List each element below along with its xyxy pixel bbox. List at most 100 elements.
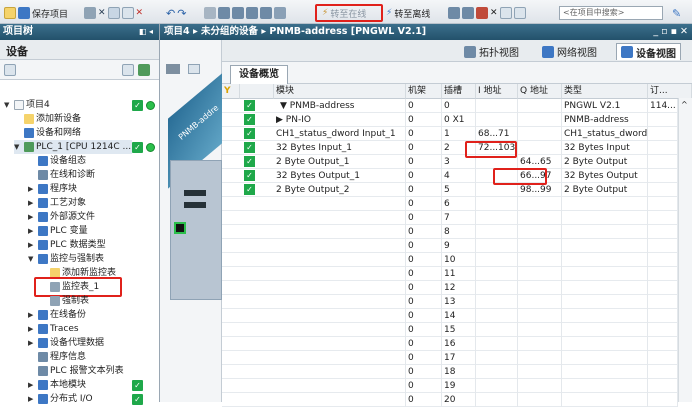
tree-item-program-blocks[interactable]: ▶ 程序块 [28,182,77,196]
tree-item-local-modules[interactable]: ▶ 本地模块 [28,378,86,392]
device-graphic-toggle-icon[interactable] [166,64,180,74]
cell-module[interactable] [274,309,406,323]
simulation-icon[interactable] [260,7,272,19]
tree-item-project[interactable]: ▼ 项目4 [4,98,50,112]
save-project-button[interactable]: 保存项目 [32,7,68,20]
compile-icon[interactable] [218,7,230,19]
cell-module[interactable] [274,225,406,239]
cell-module[interactable] [274,379,406,393]
tree-item-devices-networks[interactable]: 设备和网络 [24,126,81,140]
window-controls-icon[interactable]: _ ▫ ▪ ✕ [653,24,688,40]
table-scrollbar[interactable]: ^ [678,98,692,402]
project-search-input[interactable]: <在项目中搜索> [559,6,663,20]
go-offline-button[interactable]: ⚡ 转至离线 [386,6,430,20]
breadcrumb-group[interactable]: 未分组的设备 [201,26,258,37]
scroll-up-icon[interactable]: ^ [681,100,688,109]
cell-module[interactable] [274,211,406,225]
header-module[interactable]: 模块 [274,84,406,99]
accessible-devices-icon[interactable] [448,7,460,19]
stop-cpu-icon[interactable] [476,7,488,19]
tree-item-add-device[interactable]: 添加新设备 [24,112,81,126]
upload-icon[interactable] [246,7,258,19]
tree-item-tech-objects[interactable]: ▶ 工艺对象 [28,196,86,210]
header-order[interactable]: 订... [648,84,692,99]
cell-module[interactable] [274,267,406,281]
tree-view-icon[interactable] [122,64,134,76]
tree-item-plc-tags[interactable]: ▶ PLC 变量 [28,224,88,238]
save-icon[interactable] [18,7,30,19]
tree-item-distributed-io[interactable]: ▶ 分布式 I/O [28,392,93,406]
tree-item-online-diag[interactable]: 在线和诊断 [38,168,95,182]
breadcrumb-device[interactable]: PNMB-address [PNGWL V2.1] [269,26,426,37]
tree-item-plc-datatypes[interactable]: ▶ PLC 数据类型 [28,238,106,252]
cell-module[interactable] [274,281,406,295]
panel-collapse-icon[interactable]: ◧ ◂ [139,24,153,40]
open-folder-icon[interactable] [4,7,16,19]
tab-device-overview[interactable]: 设备概览 [230,65,288,84]
header-slot[interactable]: 插槽 [442,84,476,99]
cell-module[interactable] [274,253,406,267]
cell-module[interactable] [274,295,406,309]
cell-module[interactable] [274,239,406,253]
stop-simulation-icon[interactable] [274,7,286,19]
redo-icon[interactable]: ↷ [177,7,186,20]
split-vertical-icon[interactable] [513,7,526,19]
tree-item-watch-force-tables[interactable]: ▼ 监控与强制表 [28,252,104,266]
devices-tab[interactable]: 设备 [0,40,159,60]
cross-ref-icon[interactable]: ✕ [490,8,498,18]
header-q-address[interactable]: Q 地址 [518,84,562,99]
delete-icon[interactable]: ✕ [136,8,144,18]
cell-module[interactable] [274,351,406,365]
cell-rack: 0 [406,211,442,225]
tree-home-icon[interactable] [4,64,16,76]
tree-item-program-info[interactable]: 程序信息 [38,350,86,364]
module-ok-check-icon: ✓ [244,100,255,111]
cell-module[interactable] [274,365,406,379]
tree-item-external-sources[interactable]: ▶ 外部源文件 [28,210,95,224]
header-i-address[interactable]: I 地址 [476,84,518,99]
tree-label: PLC 数据类型 [50,240,106,250]
cell-module[interactable]: 32 Bytes Input_1 [274,141,406,155]
cell-module[interactable]: ▼ PNMB-address [274,99,406,113]
device-graphic-view-icon[interactable] [188,64,200,74]
cell-rack: 0 [406,127,442,141]
tree-item-force-table[interactable]: 强制表 [50,294,89,308]
breadcrumb-project[interactable]: 项目4 [164,26,190,37]
download-icon[interactable] [232,7,244,19]
cell-module[interactable]: CH1_status_dword Input_1 [274,127,406,141]
paste-icon[interactable] [121,7,134,19]
tree-item-traces[interactable]: ▶ Traces [28,322,79,336]
print-icon[interactable] [84,7,96,19]
cell-type: PNGWL V2.1 [562,99,648,113]
device-port-icon[interactable] [174,222,186,234]
tree-item-plc[interactable]: ▼ PLC_1 [CPU 1214C ... [14,140,132,154]
copy-icon[interactable] [107,7,120,19]
cell-module[interactable] [274,323,406,337]
cell-module[interactable]: 2 Byte Output_2 [274,183,406,197]
cell-slot: 16 [442,337,476,351]
header-rack[interactable]: 机架 [406,84,442,99]
search-icon[interactable]: ✎ [672,6,681,20]
tree-item-online-backup[interactable]: ▶ 在线备份 [28,308,86,322]
tree-refresh-icon[interactable] [138,64,150,76]
tab-topology-view[interactable]: 拓扑视图 [460,43,523,60]
split-icon[interactable] [204,7,216,19]
undo-icon[interactable]: ↶ [166,7,175,20]
cell-module[interactable]: 32 Bytes Output_1 [274,169,406,183]
tree-item-device-proxy[interactable]: ▶ 设备代理数据 [28,336,104,350]
project-tree-title-text: 项目树 [3,26,33,37]
start-cpu-icon[interactable] [462,7,474,19]
cell-module[interactable] [274,197,406,211]
cell-module[interactable] [274,393,406,407]
collapsed-arrow-icon: ▶ [28,339,34,347]
cell-module[interactable]: ▶ PN-IO [274,113,406,127]
tab-network-view[interactable]: 网络视图 [538,43,601,60]
split-horizontal-icon[interactable] [499,7,512,19]
cell-module[interactable]: 2 Byte Output_1 [274,155,406,169]
tree-item-device-config[interactable]: 设备组态 [38,154,86,168]
cell-module[interactable] [274,337,406,351]
cut-icon[interactable]: ✕ [98,8,106,18]
tree-item-alarm-texts[interactable]: PLC 报警文本列表 [38,364,124,378]
tab-device-view[interactable]: 设备视图 [616,43,681,60]
header-type[interactable]: 类型 [562,84,648,99]
